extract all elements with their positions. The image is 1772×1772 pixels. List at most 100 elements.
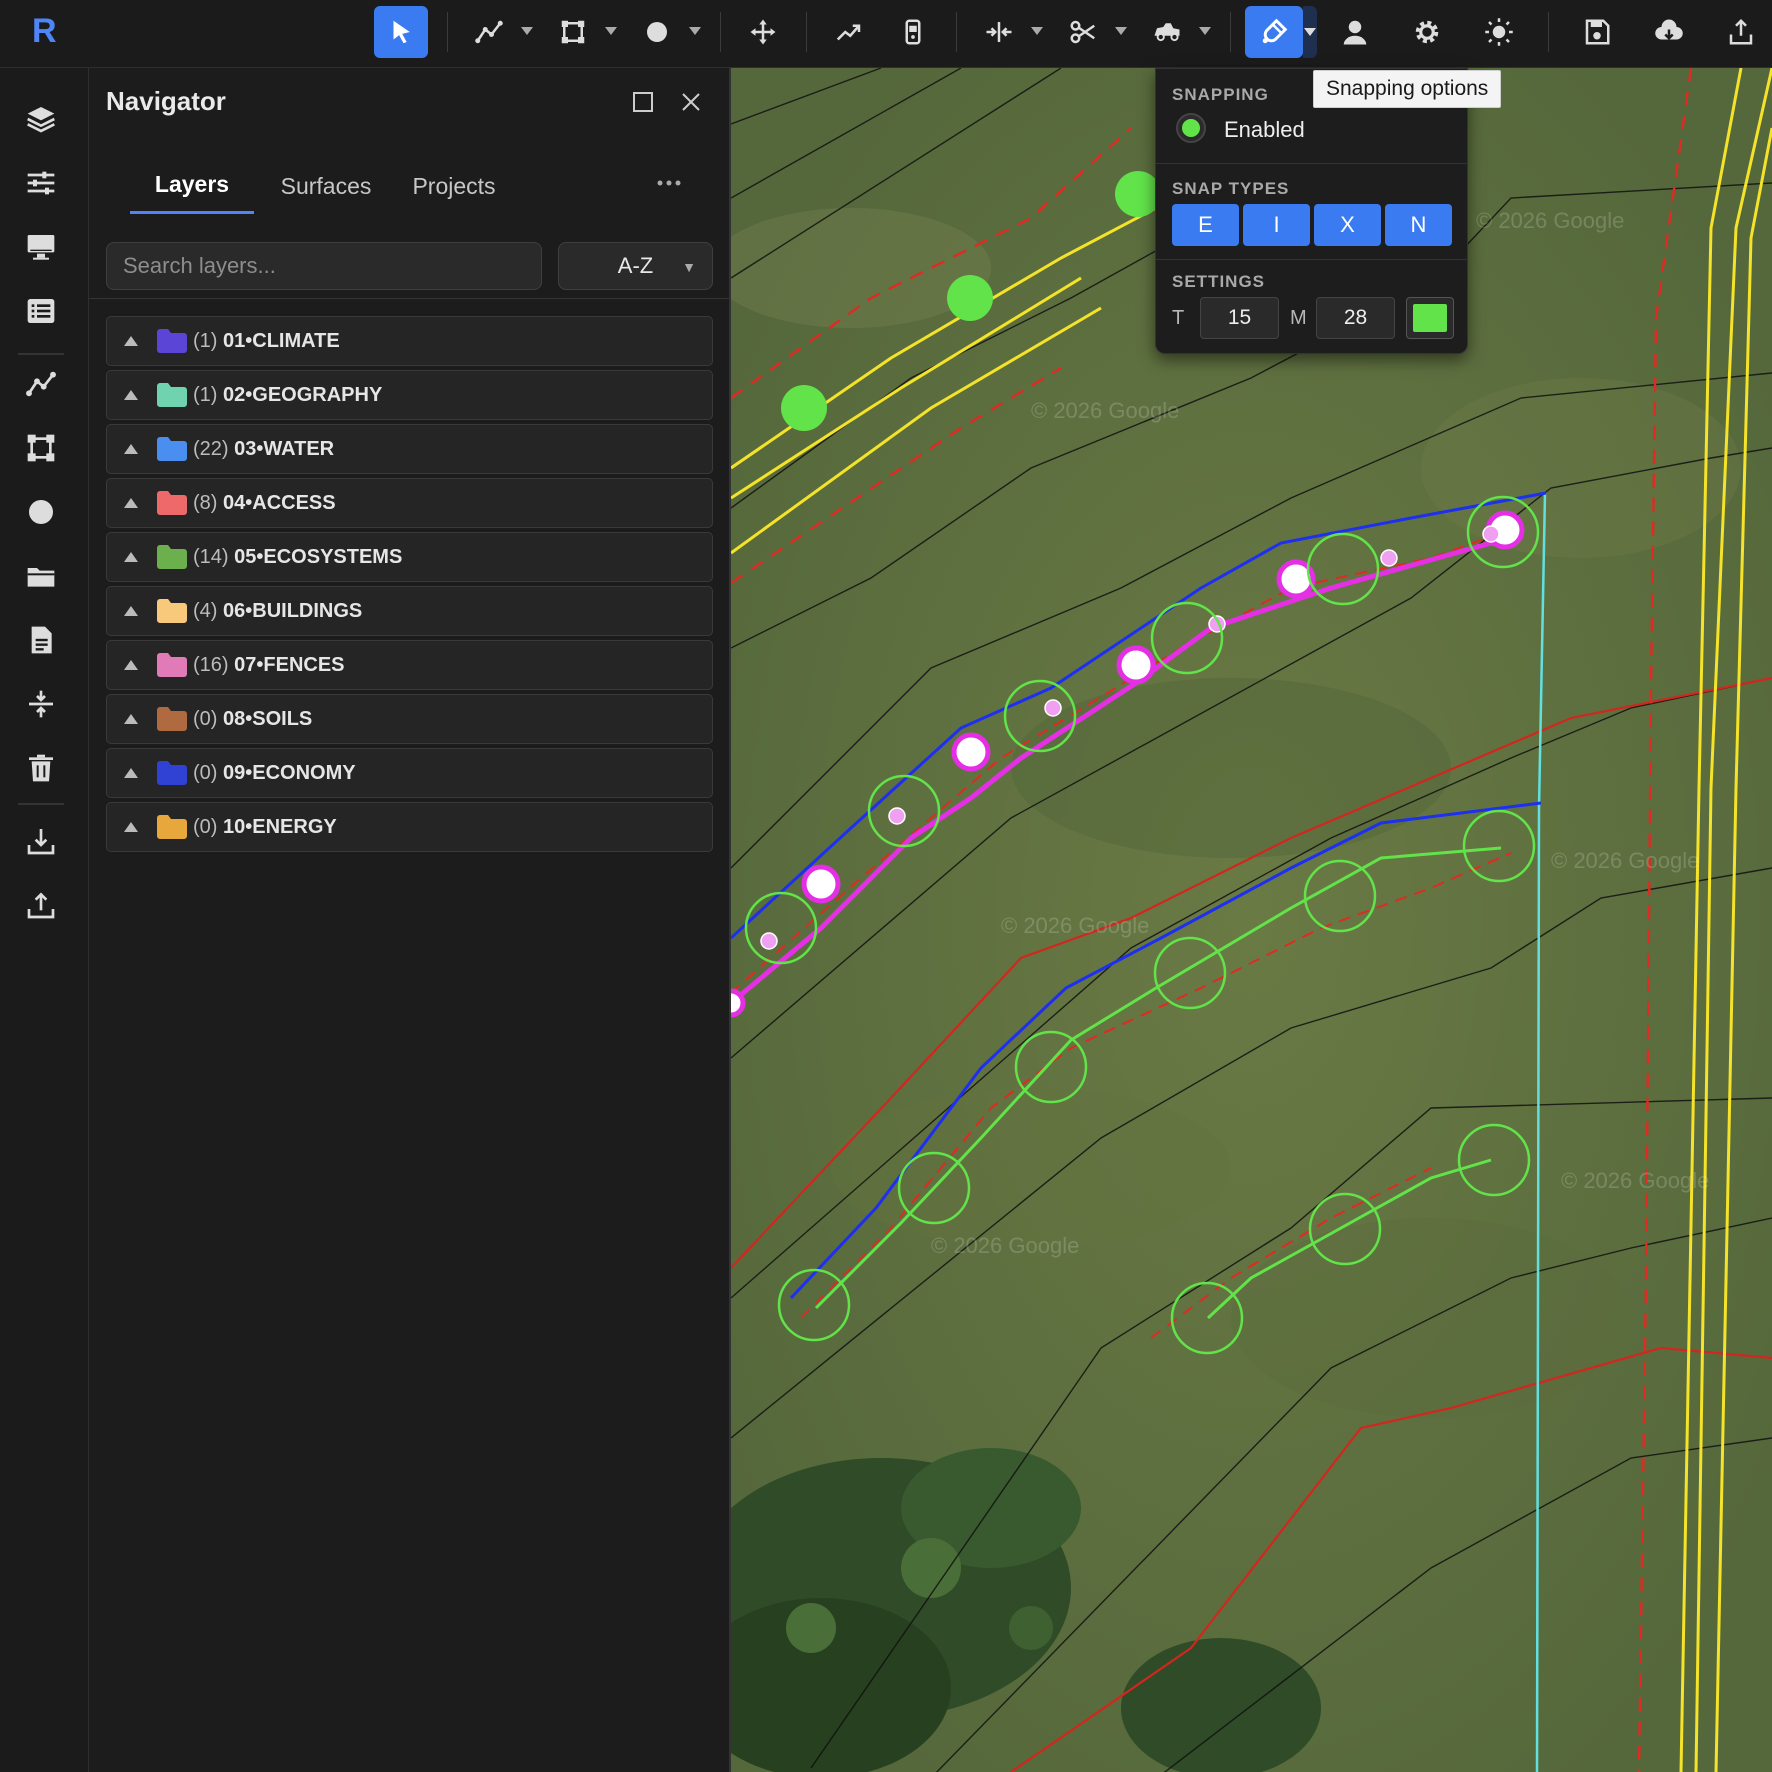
expand-toggle-icon[interactable] — [123, 336, 139, 346]
draw-point-dropdown[interactable] — [688, 18, 702, 44]
snap-type-n-button[interactable]: N — [1385, 204, 1452, 246]
layer-count: (1) — [193, 383, 218, 406]
snap-magnet-icon — [1262, 18, 1288, 44]
polygon-tool-rail-button[interactable] — [18, 425, 64, 471]
layer-label: (14) 05•ECOSYSTEMS — [193, 546, 402, 569]
expand-toggle-icon[interactable] — [123, 714, 139, 724]
select-arrow-icon — [393, 20, 410, 44]
draw-line-dropdown[interactable] — [520, 18, 534, 44]
select-tool-button[interactable] — [374, 6, 428, 58]
layer-count: (22) — [193, 437, 229, 460]
expand-toggle-icon[interactable] — [123, 552, 139, 562]
layer-name: 07•FENCES — [234, 653, 345, 676]
user-button[interactable] — [1328, 6, 1382, 58]
folder-icon — [157, 490, 187, 516]
map-watermark: © 2026 Google — [1031, 398, 1180, 423]
layer-count: (0) — [193, 815, 218, 838]
layer-row[interactable]: (4) 06•BUILDINGS — [106, 586, 713, 636]
folder-icon — [157, 328, 187, 354]
layer-row[interactable]: (16) 07•FENCES — [106, 640, 713, 690]
layer-label: (16) 07•FENCES — [193, 654, 345, 677]
import-rail-button[interactable] — [18, 818, 64, 864]
sort-select[interactable]: A-Z ▼ — [558, 242, 713, 290]
compress-rail-button[interactable] — [18, 681, 64, 727]
layer-count: (16) — [193, 653, 229, 676]
expand-toggle-icon[interactable] — [123, 498, 139, 508]
delete-rail-button[interactable] — [18, 745, 64, 791]
layer-name: 04•ACCESS — [223, 491, 336, 514]
tab-surfaces[interactable]: Surfaces — [269, 158, 383, 214]
trend-button[interactable] — [822, 6, 876, 58]
snap-type-i-button[interactable]: I — [1243, 204, 1310, 246]
settings-button[interactable] — [1400, 6, 1454, 58]
layer-row[interactable]: (22) 03•WATER — [106, 424, 713, 474]
layer-row[interactable]: (0) 10•ENERGY — [106, 802, 713, 852]
layer-row[interactable]: (14) 05•ECOSYSTEMS — [106, 532, 713, 582]
layer-row[interactable]: (8) 04•ACCESS — [106, 478, 713, 528]
layer-label: (0) 09•ECONOMY — [193, 762, 356, 785]
vehicle-dropdown[interactable] — [1198, 18, 1212, 44]
search-layers-input[interactable] — [106, 242, 542, 290]
more-options-button[interactable] — [649, 168, 689, 198]
tab-layers[interactable]: Layers — [130, 158, 254, 214]
layers-icon — [27, 107, 55, 133]
layer-row[interactable]: (1) 01•CLIMATE — [106, 316, 713, 366]
snap-color-picker[interactable] — [1406, 297, 1454, 339]
expand-toggle-icon[interactable] — [123, 660, 139, 670]
layer-row[interactable]: (0) 08•SOILS — [106, 694, 713, 744]
cut-dropdown[interactable] — [1114, 18, 1128, 44]
theme-button[interactable] — [1472, 6, 1526, 58]
tolerance-input[interactable] — [1200, 297, 1279, 339]
snapping-dropdown[interactable] — [1303, 6, 1317, 58]
layer-list: (1) 01•CLIMATE (1) 02•GEOGRAPHY (22) 03•WA… — [106, 316, 713, 856]
split-button[interactable] — [972, 6, 1026, 58]
split-dropdown[interactable] — [1030, 18, 1044, 44]
m-input[interactable] — [1316, 297, 1395, 339]
expand-toggle-icon[interactable] — [123, 768, 139, 778]
layer-name: 02•GEOGRAPHY — [223, 383, 383, 406]
expand-toggle-icon[interactable] — [123, 606, 139, 616]
expand-toggle-icon[interactable] — [123, 390, 139, 400]
document-rail-button[interactable] — [18, 617, 64, 663]
vehicle-button[interactable] — [1140, 6, 1194, 58]
close-panel-button[interactable] — [677, 88, 705, 116]
display-rail-button[interactable] — [18, 224, 64, 270]
snapping-button[interactable] — [1245, 6, 1303, 58]
layers-rail-button[interactable] — [18, 96, 64, 142]
line-tool-rail-button[interactable] — [18, 361, 64, 407]
app-root: R Navigator Layers Surfaces Projects Sea… — [0, 0, 1772, 1772]
more-icon — [657, 180, 681, 186]
navigator-panel: Navigator Layers Surfaces Projects A-Z ▼… — [89, 68, 731, 1772]
layer-count: (0) — [193, 761, 218, 784]
draw-point-button[interactable] — [630, 6, 684, 58]
draw-line-button[interactable] — [462, 6, 516, 58]
maximize-icon — [633, 92, 653, 112]
draw-polygon-icon — [561, 20, 585, 44]
list-rail-button[interactable] — [18, 288, 64, 334]
snap-type-x-button[interactable]: X — [1314, 204, 1381, 246]
save-button[interactable] — [1570, 6, 1624, 58]
draw-polygon-dropdown[interactable] — [604, 18, 618, 44]
point-tool-rail-button[interactable] — [18, 489, 64, 535]
layer-row[interactable]: (1) 02•GEOGRAPHY — [106, 370, 713, 420]
draw-polygon-button[interactable] — [546, 6, 600, 58]
layer-name: 09•ECONOMY — [223, 761, 356, 784]
point-tool-icon — [29, 500, 53, 524]
cut-button[interactable] — [1056, 6, 1110, 58]
snap-type-e-button[interactable]: E — [1172, 204, 1239, 246]
maximize-panel-button[interactable] — [629, 88, 657, 116]
cloud-download-button[interactable] — [1642, 6, 1696, 58]
map-watermark: © 2026 Google — [1476, 208, 1625, 233]
move-button[interactable] — [736, 6, 790, 58]
upload-rail-button[interactable] — [18, 882, 64, 928]
expand-toggle-icon[interactable] — [123, 822, 139, 832]
folder-rail-button[interactable] — [18, 553, 64, 599]
snapping-toggle[interactable] — [1176, 113, 1206, 143]
expand-toggle-icon[interactable] — [123, 444, 139, 454]
chevron-down-icon — [1031, 27, 1043, 35]
tab-projects[interactable]: Projects — [397, 158, 511, 214]
device-button[interactable] — [886, 6, 940, 58]
layer-row[interactable]: (0) 09•ECONOMY — [106, 748, 713, 798]
adjustments-rail-button[interactable] — [18, 160, 64, 206]
export-button[interactable] — [1714, 6, 1768, 58]
